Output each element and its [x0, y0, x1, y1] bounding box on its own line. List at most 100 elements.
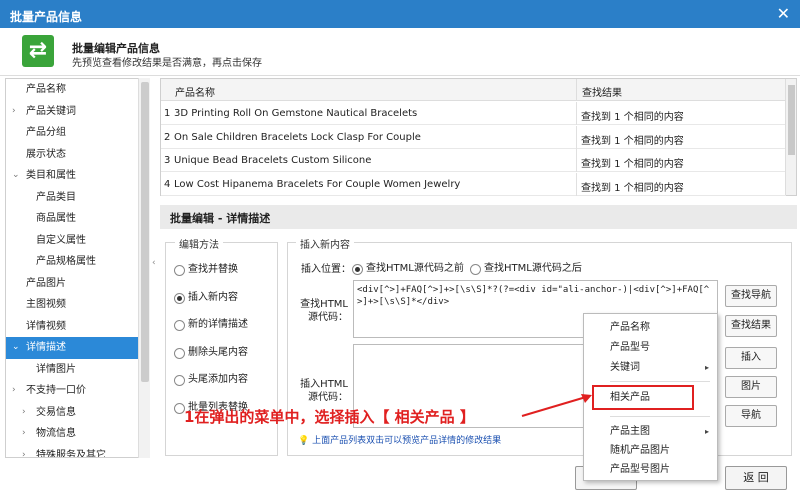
- preview-hint: 💡 上面产品列表双击可以预览产品详情的修改结果: [298, 433, 501, 446]
- sidebar-item[interactable]: › 交易信息: [6, 402, 149, 424]
- sidebar-item[interactable]: 详情视频: [6, 316, 149, 338]
- table-cell-num: 4: [164, 178, 171, 190]
- menu-item-main-image[interactable]: 产品主图 ▸: [584, 422, 717, 442]
- section-title: 批量编辑 - 详情描述: [160, 205, 797, 229]
- insert-html-label: 插入HTML 源代码：: [300, 379, 348, 403]
- hint-text: 上面产品列表双击可以预览产品详情的修改结果: [312, 436, 502, 446]
- chevron-left-icon[interactable]: ‹: [152, 258, 156, 268]
- chevron-icon: ›: [22, 406, 26, 417]
- table-cell-res: 查找到 1 个相同的内容: [581, 112, 684, 123]
- sidebar-item-label: 产品分组: [26, 127, 66, 138]
- submenu-arrow-icon: ▸: [704, 427, 709, 436]
- sidebar-item[interactable]: 展示状态: [6, 144, 149, 166]
- sidebar-item-label: 主图视频: [26, 299, 66, 310]
- table-cell-name: Unique Bead Bracelets Custom Silicone: [174, 155, 372, 166]
- swap-icon: ⇄: [22, 35, 54, 67]
- sidebar-item[interactable]: 商品属性: [6, 208, 149, 230]
- chevron-icon: ›: [12, 385, 16, 395]
- menu-item-label: 产品名称: [610, 322, 650, 333]
- window-title: 批量产品信息: [10, 10, 83, 24]
- sidebar-item-label: 特殊服务及其它: [36, 449, 106, 458]
- sidebar-item[interactable]: › 产品关键词: [6, 101, 149, 123]
- radio-after-label: 查找HTML源代码之后: [484, 263, 582, 274]
- column-header-name[interactable]: 产品名称: [175, 84, 215, 99]
- sidebar-item[interactable]: 产品图片: [6, 273, 149, 295]
- table-cell-res: 查找到 1 个相同的内容: [581, 159, 684, 170]
- radio-method-label: 删除头尾内容: [188, 346, 248, 358]
- table-header: 产品名称 查找结果: [161, 79, 786, 101]
- radio-before-html[interactable]: 查找HTML源代码之前: [352, 262, 464, 276]
- header-subtitle: 先预览查看修改结果是否满意，再点击保存: [72, 58, 262, 69]
- sidebar-item-label: 物流信息: [36, 428, 76, 439]
- sidebar-item[interactable]: 详情图片: [6, 359, 149, 381]
- radio-method-option[interactable]: 头尾添加内容: [174, 373, 248, 387]
- radio-method-option[interactable]: 新的详情描述: [174, 318, 248, 332]
- sidebar-item[interactable]: 产品名称: [6, 79, 149, 101]
- sidebar-item[interactable]: › 物流信息: [6, 423, 149, 445]
- splitter-handle[interactable]: ‹: [152, 78, 158, 458]
- nav-button[interactable]: 导航: [725, 405, 777, 427]
- window-titlebar: 批量产品信息 ✕: [0, 0, 800, 28]
- menu-item-keywords[interactable]: 关键词 ▸: [584, 358, 717, 378]
- radio-method-label: 查找并替换: [188, 264, 238, 275]
- menu-item-random-image[interactable]: 随机产品图片: [584, 441, 717, 461]
- insert-position-label: 插入位置：: [301, 264, 351, 275]
- find-result-button[interactable]: 查找结果: [725, 315, 777, 337]
- sidebar: 产品名称 › 产品关键词 产品分组 展示状态 ⌄ 类目和属性 产品类目 商品属性 自定义属性 产品规…: [5, 78, 150, 458]
- menu-item-model-image[interactable]: 产品型号图片: [584, 460, 717, 480]
- sidebar-item[interactable]: 主图视频: [6, 294, 149, 316]
- sidebar-item[interactable]: ⌄ 详情描述: [6, 337, 149, 359]
- radio-method-option[interactable]: 查找并替换: [174, 263, 238, 277]
- sidebar-item-label: 类目和属性: [26, 170, 76, 181]
- annotation-text: 1在弹出的菜单中，选择插入【 相关产品 】: [184, 408, 475, 426]
- radio-method-label: 插入新内容: [188, 291, 238, 303]
- menu-item-label: 产品主图: [610, 426, 650, 437]
- table-row[interactable]: 3 Unique Bead Bracelets Custom Silicone 查找…: [161, 149, 786, 172]
- table-cell-name: Low Cost Hipanema Bracelets For Couple W…: [174, 178, 461, 190]
- radio-after-html[interactable]: 查找HTML源代码之后: [470, 262, 582, 276]
- sidebar-item[interactable]: 产品类目: [6, 187, 149, 209]
- sidebar-item[interactable]: 产品分组: [6, 122, 149, 144]
- edit-method-legend: 编辑方法: [175, 236, 223, 251]
- chevron-icon: ⌄: [12, 170, 20, 180]
- scrollbar-thumb[interactable]: [141, 82, 149, 382]
- radio-method-label: 新的详情描述: [188, 319, 248, 330]
- radio-method-option[interactable]: 删除头尾内容: [174, 346, 248, 360]
- radio-method-option[interactable]: 插入新内容: [174, 291, 238, 305]
- chevron-icon: ›: [22, 428, 26, 438]
- table-cell-num: 2: [164, 131, 171, 143]
- sidebar-item-label: 不支持一口价: [26, 385, 86, 396]
- table-scrollbar[interactable]: [785, 79, 796, 195]
- sidebar-item[interactable]: 自定义属性: [6, 230, 149, 252]
- submenu-arrow-icon: ▸: [704, 363, 709, 372]
- close-icon[interactable]: ✕: [777, 4, 790, 23]
- menu-item-product-name[interactable]: 产品名称: [584, 318, 717, 338]
- sidebar-item[interactable]: 产品规格属性: [6, 251, 149, 273]
- table-row[interactable]: 2 On Sale Children Bracelets Lock Clasp F…: [161, 125, 786, 149]
- sidebar-item-label: 产品关键词: [26, 105, 76, 117]
- back-button[interactable]: 返 回: [725, 466, 787, 490]
- table-row[interactable]: 4 Low Cost Hipanema Bracelets For Couple …: [161, 172, 786, 196]
- sidebar-item-label: 详情图片: [36, 363, 76, 375]
- highlight-box: [592, 385, 694, 410]
- table-cell-res: 查找到 1 个相同的内容: [581, 182, 684, 194]
- sidebar-item[interactable]: ⌄ 类目和属性: [6, 165, 149, 187]
- insert-button[interactable]: 插入: [725, 347, 777, 369]
- table-cell-num: 3: [164, 155, 171, 166]
- sidebar-scrollbar[interactable]: [138, 78, 150, 458]
- image-button[interactable]: 图片: [725, 376, 777, 398]
- menu-item-label: 产品型号图片: [610, 464, 670, 475]
- menu-item-product-model[interactable]: 产品型号: [584, 338, 717, 358]
- sidebar-item-label: 自定义属性: [36, 234, 86, 246]
- column-header-result[interactable]: 查找结果: [582, 84, 622, 99]
- sidebar-item-label: 详情视频: [26, 320, 66, 332]
- table-cell-res: 查找到 1 个相同的内容: [581, 135, 684, 147]
- sidebar-item[interactable]: › 特殊服务及其它: [6, 445, 149, 458]
- find-nav-button[interactable]: 查找导航: [725, 285, 777, 307]
- table-cell-name: On Sale Children Bracelets Lock Clasp Fo…: [174, 131, 421, 143]
- dialog-header: ⇄ 批量编辑产品信息 先预览查看修改结果是否满意，再点击保存: [0, 28, 800, 76]
- table-row[interactable]: 1 3D Printing Roll On Gemstone Nautical B…: [161, 102, 786, 125]
- sidebar-item-label: 产品名称: [26, 84, 66, 95]
- sidebar-item[interactable]: › 不支持一口价: [6, 380, 149, 402]
- product-table: 产品名称 查找结果 1 3D Printing Roll On Gemstone …: [160, 78, 797, 196]
